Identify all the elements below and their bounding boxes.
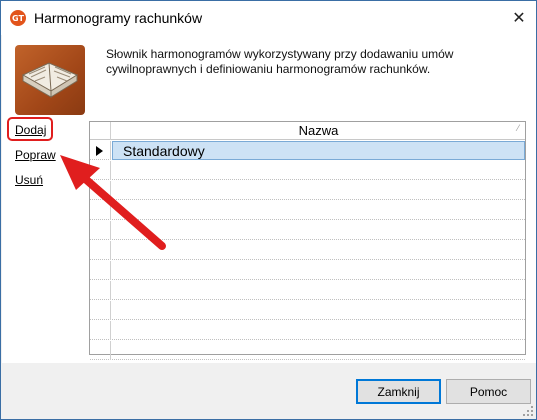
add-link[interactable]: Dodaj [15, 123, 46, 137]
window-title: Harmonogramy rachunków [34, 10, 203, 26]
name-cell[interactable] [112, 341, 525, 360]
row-indicator [90, 321, 111, 340]
row-indicator [90, 161, 111, 180]
app-icon: GT [10, 10, 26, 26]
current-row-arrow-icon [96, 146, 103, 156]
name-cell[interactable] [112, 181, 525, 200]
table-row[interactable] [90, 341, 525, 360]
name-cell[interactable] [112, 281, 525, 300]
table-row[interactable] [90, 221, 525, 240]
close-button[interactable]: Zamknij [356, 379, 441, 404]
dialog-description: Słownik harmonogramów wykorzystywany prz… [106, 47, 454, 76]
table-row[interactable]: Standardowy [90, 141, 525, 160]
row-indicator [90, 341, 111, 360]
name-cell[interactable] [112, 321, 525, 340]
dialog-content: Słownik harmonogramów wykorzystywany prz… [2, 35, 536, 363]
table-row[interactable] [90, 321, 525, 340]
name-cell[interactable] [112, 301, 525, 320]
row-indicator [90, 301, 111, 320]
delete-link[interactable]: Usuń [15, 173, 43, 187]
help-button[interactable]: Pomoc [446, 379, 531, 404]
name-cell[interactable] [112, 161, 525, 180]
table-row[interactable] [90, 161, 525, 180]
table-row[interactable] [90, 281, 525, 300]
table-row[interactable] [90, 301, 525, 320]
title-bar: GT Harmonogramy rachunków ✕ [1, 1, 536, 35]
schedules-grid[interactable]: Nazwa ⁄ Standardowy [89, 121, 526, 360]
close-icon[interactable]: ✕ [502, 1, 536, 35]
dialog-window: GT Harmonogramy rachunków ✕ Słownik harm… [0, 0, 537, 420]
sort-indicator-icon: ⁄ [517, 123, 519, 133]
dialog-footer: Zamknij Pomoc [2, 363, 536, 419]
name-cell[interactable] [112, 221, 525, 240]
edit-link[interactable]: Popraw [15, 148, 56, 162]
name-cell[interactable]: Standardowy [112, 141, 525, 160]
row-indicator [90, 141, 111, 160]
table-row[interactable] [90, 201, 525, 220]
column-header-name[interactable]: Nazwa [112, 122, 525, 140]
row-indicator-header [90, 122, 111, 140]
name-cell[interactable] [112, 201, 525, 220]
name-cell[interactable] [112, 261, 525, 280]
name-cell[interactable] [112, 241, 525, 260]
row-indicator [90, 241, 111, 260]
table-row[interactable] [90, 181, 525, 200]
table-row[interactable] [90, 261, 525, 280]
row-indicator [90, 201, 111, 220]
table-row[interactable] [90, 241, 525, 260]
row-indicator [90, 261, 111, 280]
grid-header: Nazwa ⁄ [90, 122, 525, 140]
row-indicator [90, 221, 111, 240]
resize-grip-icon[interactable] [523, 406, 533, 416]
book-icon [15, 45, 85, 115]
row-indicator [90, 181, 111, 200]
row-indicator [90, 281, 111, 300]
